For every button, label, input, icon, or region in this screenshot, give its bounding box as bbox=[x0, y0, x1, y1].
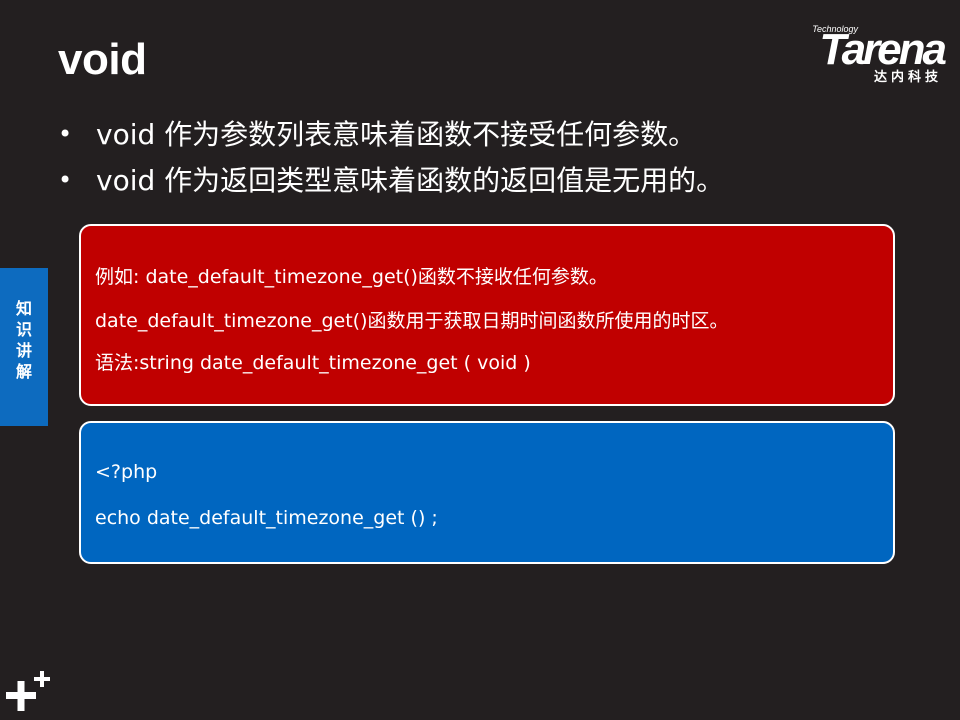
side-tab-char: 识 bbox=[15, 320, 32, 339]
code-line: echo date_default_timezone_get () ; bbox=[95, 507, 438, 529]
bullet-item: • void 作为参数列表意味着函数不接受任何参数。 bbox=[58, 118, 724, 152]
side-tab-label: 知 识 讲 解 bbox=[0, 298, 48, 382]
code-line: <?php bbox=[95, 461, 158, 483]
example-box: 例如: date_default_timezone_get()函数不接收任何参数… bbox=[79, 224, 895, 406]
logo-subtitle: 达内科技 bbox=[873, 70, 942, 85]
example-line: 例如: date_default_timezone_get()函数不接收任何参数… bbox=[95, 266, 608, 288]
bullet-dot-icon: • bbox=[58, 165, 73, 194]
bullet-dot-icon: • bbox=[58, 120, 73, 148]
code-box: <?php echo date_default_timezone_get () … bbox=[79, 421, 895, 564]
side-tab-char: 解 bbox=[15, 362, 32, 381]
bullet-text: void 作为参数列表意味着函数不接受任何参数。 bbox=[96, 118, 697, 151]
bullet-list: • void 作为参数列表意味着函数不接受任何参数。 • void 作为返回类型… bbox=[58, 118, 724, 209]
slide-title: void bbox=[58, 35, 147, 84]
syntax-line: 语法:string date_default_timezone_get ( vo… bbox=[95, 352, 531, 374]
plus-plus-icon bbox=[6, 671, 50, 711]
side-tab-char: 讲 bbox=[15, 341, 32, 360]
bullet-item: • void 作为返回类型意味着函数的返回值是无用的。 bbox=[58, 164, 724, 198]
example-line: date_default_timezone_get()函数用于获取日期时间函数所… bbox=[95, 310, 729, 332]
side-tab-knowledge: 知 识 讲 解 bbox=[0, 268, 48, 426]
side-tab-char: 知 bbox=[15, 299, 32, 318]
tarena-logo: Technology Tarena 达内科技 bbox=[774, 24, 947, 85]
bullet-text: void 作为返回类型意味着函数的返回值是无用的。 bbox=[96, 163, 725, 197]
